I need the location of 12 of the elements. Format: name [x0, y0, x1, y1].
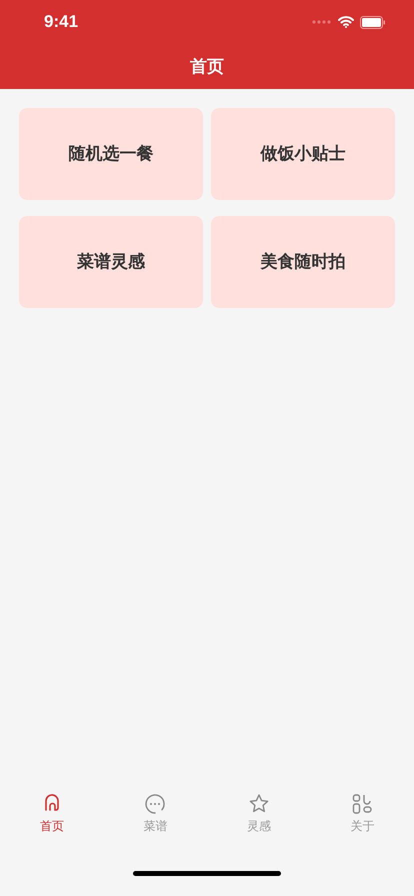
wifi-icon — [338, 16, 354, 28]
menu-card[interactable]: 美食随时拍 — [211, 216, 395, 308]
menu-card[interactable]: 菜谱灵感 — [19, 216, 203, 308]
signal-icon — [312, 20, 332, 24]
grid-icon — [350, 792, 374, 816]
page-title: 首页 — [190, 56, 224, 78]
menu-card[interactable]: 随机选一餐 — [19, 108, 203, 200]
menu-card[interactable]: 做饭小贴士 — [211, 108, 395, 200]
tab-item[interactable]: 首页 — [0, 789, 104, 835]
status-time: 9:41 — [44, 11, 78, 34]
battery-icon — [360, 16, 386, 28]
more-icon — [143, 792, 168, 816]
